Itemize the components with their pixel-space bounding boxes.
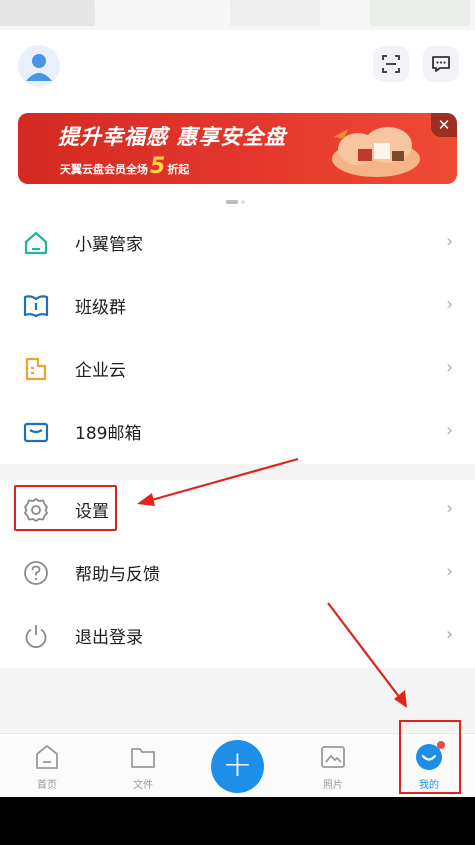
scan-button[interactable] — [373, 46, 409, 82]
annotation-settings-box — [14, 485, 117, 531]
annotation-mine-tab-box — [399, 720, 461, 794]
tab-photos[interactable]: 照片 — [293, 734, 373, 797]
chevron-right-icon: › — [446, 420, 454, 441]
menu-item-label: 退出登录 — [75, 628, 143, 648]
menu-item-help-feedback[interactable]: 帮助与反馈 › — [0, 541, 475, 604]
menu-item-enterprise-cloud[interactable]: 企业云 › — [0, 337, 475, 400]
book-icon — [23, 295, 49, 318]
tab-label: 文件 — [133, 780, 153, 791]
menu-item-class-group[interactable]: 班级群 › — [0, 274, 475, 337]
profile-header — [0, 38, 475, 98]
tab-label: 首页 — [37, 780, 57, 791]
chevron-right-icon: › — [446, 561, 454, 582]
photo-icon — [321, 746, 345, 768]
status-blur-right — [370, 0, 470, 26]
cloud-illustration-icon — [332, 127, 420, 177]
message-button[interactable] — [423, 46, 459, 82]
chat-icon — [432, 56, 450, 72]
mail-icon — [23, 422, 49, 443]
chevron-right-icon: › — [446, 498, 454, 519]
avatar[interactable] — [18, 45, 60, 87]
plus-icon: + — [222, 744, 253, 785]
menu-item-label: 小翼管家 — [75, 235, 143, 255]
promo-banner[interactable]: 提升幸福感 惠享安全盘 天翼云盘会员全场 5 折起 ✕ — [18, 113, 457, 184]
tab-files[interactable]: 文件 — [103, 734, 183, 797]
menu-item-label: 189邮箱 — [75, 424, 142, 444]
carousel-dot — [241, 200, 245, 204]
building-icon — [25, 357, 47, 381]
banner-subtitle-suffix: 折起 — [167, 163, 190, 176]
banner-subtitle-prefix: 天翼云盘会员全场 — [60, 163, 148, 176]
bottom-black-bar — [0, 797, 475, 845]
status-blur-mid — [230, 0, 320, 26]
chevron-right-icon: › — [446, 357, 454, 378]
menu-item-logout[interactable]: 退出登录 › — [0, 604, 475, 667]
banner-discount-number: 5 — [150, 154, 166, 179]
menu-item-label: 班级群 — [75, 298, 126, 318]
carousel-indicator — [226, 200, 245, 204]
chevron-right-icon: › — [446, 231, 454, 252]
carousel-dot-active — [226, 200, 238, 204]
banner-close-button[interactable]: ✕ — [431, 113, 457, 137]
banner-title: 提升幸福感 惠享安全盘 — [58, 125, 287, 149]
home-icon — [24, 231, 48, 255]
avatar-icon — [26, 54, 52, 81]
menu-item-label: 企业云 — [75, 361, 126, 381]
power-icon — [25, 625, 47, 648]
menu-item-189-mail[interactable]: 189邮箱 › — [0, 400, 475, 463]
chevron-right-icon: › — [446, 294, 454, 315]
chevron-right-icon: › — [446, 624, 454, 645]
folder-icon — [131, 748, 155, 768]
tab-home[interactable]: 首页 — [7, 734, 87, 797]
help-icon — [24, 561, 48, 585]
menu-item-xiaoyi-manager[interactable]: 小翼管家 › — [0, 211, 475, 274]
status-bar — [0, 0, 475, 30]
home-tab-icon — [36, 745, 58, 769]
scan-icon — [382, 55, 400, 73]
status-blur-left — [0, 0, 95, 26]
banner-subtitle: 天翼云盘会员全场 5 折起 — [60, 154, 189, 179]
menu-item-label: 帮助与反馈 — [75, 565, 160, 585]
add-button[interactable]: + — [211, 740, 264, 793]
tab-label: 照片 — [323, 780, 343, 791]
